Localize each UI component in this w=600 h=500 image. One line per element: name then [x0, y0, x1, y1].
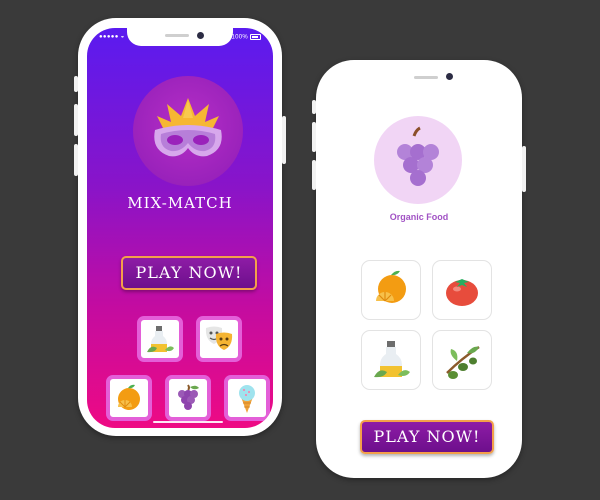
volume-up-button	[312, 122, 316, 152]
speaker-grille	[414, 76, 438, 79]
oil-bottle-icon	[147, 326, 174, 353]
volume-down-button	[312, 160, 316, 190]
theater-masks-icon	[205, 326, 233, 350]
power-button	[282, 116, 286, 164]
tomato-icon	[446, 279, 478, 306]
tile-grapes[interactable]	[165, 375, 211, 421]
orange-icon	[118, 384, 140, 410]
tile-orange[interactable]	[361, 260, 421, 320]
app-logo	[133, 76, 243, 186]
orange-icon	[376, 270, 406, 303]
power-button	[522, 146, 526, 192]
category-emblem	[374, 116, 462, 204]
play-now-button[interactable]: PLAY NOW!	[121, 256, 257, 290]
volume-up-button	[74, 104, 78, 136]
tile-ice-cream[interactable]	[224, 375, 270, 421]
olive-branch-icon	[446, 345, 480, 379]
battery-label: 100%	[231, 34, 248, 41]
volume-down-button	[74, 144, 78, 176]
phone-frame-right: Organic Food PLAY NOW!	[312, 60, 526, 478]
phone-notch	[127, 28, 233, 46]
battery-status: 100%	[231, 34, 261, 41]
signal-status: ●●●●● ◒	[99, 34, 125, 40]
grapes-icon	[397, 126, 439, 186]
play-now-button[interactable]: PLAY NOW!	[360, 420, 494, 454]
app-title: MIX-MATCH	[127, 194, 233, 212]
tile-oil-bottle[interactable]	[361, 330, 421, 390]
home-indicator[interactable]	[153, 421, 223, 423]
phone-frame-left: ●●●●● ◒ 100% MIX-MATCH PLAY NOW!	[74, 18, 286, 436]
ice-cream-icon	[239, 385, 255, 413]
tile-orange[interactable]	[106, 375, 152, 421]
main-menu-screen: ●●●●● ◒ 100% MIX-MATCH PLAY NOW!	[87, 28, 273, 428]
camera-icon	[446, 73, 453, 80]
speaker-grille	[165, 34, 189, 37]
tile-olive-branch[interactable]	[432, 330, 492, 390]
battery-icon	[250, 34, 261, 40]
tile-oil-bottle[interactable]	[137, 316, 183, 362]
camera-icon	[197, 32, 204, 39]
tile-theater-masks[interactable]	[196, 316, 242, 362]
category-label: Organic Food	[389, 212, 449, 222]
oil-bottle-icon	[374, 341, 410, 378]
tile-tomato[interactable]	[432, 260, 492, 320]
mask-icon	[154, 98, 222, 157]
mute-switch	[312, 100, 316, 114]
category-screen: Organic Food PLAY NOW!	[324, 70, 514, 470]
mute-switch	[74, 76, 78, 92]
grapes-icon	[178, 384, 199, 410]
